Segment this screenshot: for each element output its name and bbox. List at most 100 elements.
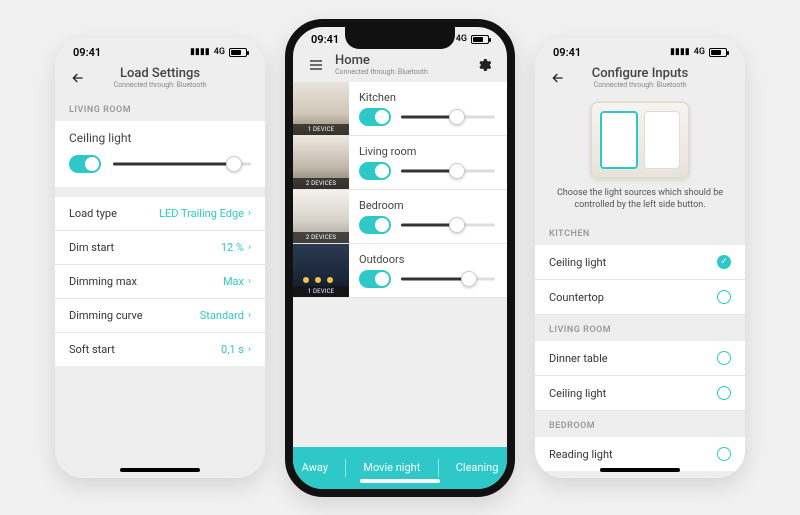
page-title: Home [335, 54, 465, 68]
scene-movie-night[interactable]: Movie night [363, 461, 420, 474]
device-count-badge: 1 DEVICE [293, 124, 349, 135]
settings-list: Load typeLED Trailing Edge›Dim start12 %… [55, 197, 265, 366]
signal-icon: ▮▮▮▮ [670, 47, 690, 57]
scene-away[interactable]: Away [302, 461, 328, 474]
gear-icon [476, 57, 492, 73]
page-title: Configure Inputs [577, 67, 703, 81]
status-time: 09:41 [311, 33, 339, 46]
header: Home Connected through: Bluetooth [293, 50, 507, 82]
room-name: Bedroom [359, 199, 495, 212]
status-bar: 09:41 ▮▮▮▮ 4G [535, 38, 745, 63]
input-source-label: Dinner table [549, 352, 608, 365]
section-heading: BEDROOM [535, 411, 745, 437]
device-card: Ceiling light [55, 121, 265, 187]
device-count-badge: 2 DEVICES [293, 232, 349, 243]
header: Load Settings Connected through: Bluetoo… [55, 63, 265, 95]
page-subtitle: Connected through: Bluetooth [335, 68, 465, 76]
setting-value: LED Trailing Edge [159, 207, 244, 220]
room-toggle[interactable] [359, 108, 391, 126]
input-source-row[interactable]: Ceiling light [535, 245, 745, 280]
phone-load-settings: 09:41 ▮▮▮▮ 4G Load Settings Connected th… [55, 38, 265, 478]
back-button[interactable] [69, 69, 87, 87]
setting-row[interactable]: Dim start 12 % › [55, 231, 265, 265]
section-living-room: LIVING ROOM [55, 95, 265, 121]
network-label: 4G [694, 47, 705, 57]
input-source-row[interactable]: Dinner table [535, 341, 745, 376]
phone-configure-inputs: 09:41 ▮▮▮▮ 4G Configure Inputs Connected… [535, 38, 745, 478]
hamburger-icon [308, 57, 324, 73]
input-source-row[interactable]: Ceiling light [535, 376, 745, 411]
signal-icon: ▮▮▮▮ [190, 47, 210, 57]
setting-row[interactable]: Load typeLED Trailing Edge› [55, 197, 265, 231]
room-thumbnail: 1 DEVICE [293, 82, 349, 135]
room-slider[interactable] [401, 110, 495, 124]
setting-row[interactable]: Dimming curveStandard› [55, 299, 265, 333]
room-row[interactable]: 2 DEVICES Living room [293, 136, 507, 190]
room-row[interactable]: 1 DEVICEKitchen [293, 82, 507, 136]
status-time: 09:41 [553, 46, 581, 59]
scene-cleaning[interactable]: Cleaning [456, 461, 499, 474]
divider [438, 459, 439, 477]
room-slider[interactable] [401, 218, 495, 232]
settings-button[interactable] [475, 56, 493, 74]
device-slider[interactable] [113, 157, 251, 171]
room-toggle[interactable] [359, 162, 391, 180]
setting-label: Soft start [69, 343, 115, 356]
room-toggle[interactable] [359, 216, 391, 234]
battery-icon [471, 35, 489, 44]
radio-unchecked[interactable] [717, 351, 731, 365]
menu-button[interactable] [307, 56, 325, 74]
radio-unchecked[interactable] [717, 386, 731, 400]
section-heading: LIVING ROOM [535, 315, 745, 341]
chevron-right-icon: › [248, 310, 251, 321]
home-indicator [360, 479, 440, 483]
status-right: ▮▮▮▮ 4G [190, 47, 247, 57]
divider [345, 459, 346, 477]
room-row[interactable]: 2 DEVICES Bedroom [293, 190, 507, 244]
page-subtitle: Connected through: Bluetooth [577, 81, 703, 89]
device-count-badge: 2 DEVICES [293, 178, 349, 189]
chevron-right-icon: › [248, 208, 251, 219]
input-source-label: Ceiling light [549, 387, 606, 400]
room-name: Living room [359, 145, 495, 158]
rooms-list: 1 DEVICEKitchen2 DEVICESLiving room2 DEV… [293, 82, 507, 298]
check-icon[interactable] [717, 255, 731, 269]
wall-switch-illustration [590, 101, 690, 179]
input-source-row[interactable]: Countertop [535, 280, 745, 315]
page-title: Load Settings [97, 67, 223, 81]
network-label: 4G [214, 47, 225, 57]
setting-label: Dimming curve [69, 309, 143, 322]
room-thumbnail: 2 DEVICES [293, 190, 349, 243]
device-name: Ceiling light [69, 131, 251, 145]
device-toggle[interactable] [69, 155, 101, 173]
slider-fill [113, 162, 234, 165]
chevron-right-icon: › [248, 242, 251, 253]
setting-label: Dim start [69, 241, 114, 254]
radio-unchecked[interactable] [717, 447, 731, 461]
inputs-list: KITCHEN Ceiling light Countertop LIVING ROO… [535, 219, 745, 471]
section-heading: KITCHEN [535, 219, 745, 245]
page-subtitle: Connected through: Bluetooth [97, 81, 223, 89]
rocker-left[interactable] [600, 111, 638, 169]
phone-home: 09:41 ▮▮▮▮ 4G Home Connected through: Bl… [285, 19, 515, 497]
room-toggle[interactable] [359, 270, 391, 288]
input-source-row[interactable]: Reading light [535, 437, 745, 471]
arrow-left-icon [550, 70, 566, 86]
setting-value: 12 % [221, 241, 244, 254]
header: Configure Inputs Connected through: Blue… [535, 63, 745, 95]
status-bar: 09:41 ▮▮▮▮ 4G [55, 38, 265, 63]
room-slider[interactable] [401, 272, 495, 286]
input-source-label: Ceiling light [549, 256, 606, 269]
rocker-right[interactable] [644, 111, 680, 169]
back-button[interactable] [549, 69, 567, 87]
setting-row[interactable]: Soft start0,1 s› [55, 333, 265, 366]
room-slider[interactable] [401, 164, 495, 178]
room-name: Outdoors [359, 253, 495, 266]
chevron-right-icon: › [248, 276, 251, 287]
setting-row[interactable]: Dimming maxMax› [55, 265, 265, 299]
status-right: ▮▮▮▮ 4G [670, 47, 727, 57]
room-thumbnail: 2 DEVICES [293, 136, 349, 189]
room-row[interactable]: 1 DEVICEOutdoors [293, 244, 507, 298]
input-source-label: Countertop [549, 291, 604, 304]
radio-unchecked[interactable] [717, 290, 731, 304]
